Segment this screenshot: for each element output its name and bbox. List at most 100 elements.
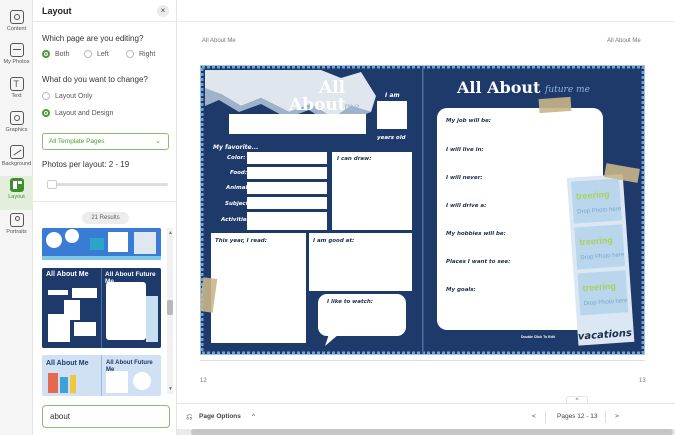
results-count-badge: 21 Results: [82, 212, 129, 224]
double-click-hint: Double Click To Edit: [521, 335, 556, 339]
toolbar-separator: [605, 411, 606, 423]
right-page-number: 13: [639, 378, 646, 384]
page-spread[interactable]: All About me I am years old My favorite.…: [198, 65, 645, 355]
prompt-goals: My goals:: [446, 287, 476, 293]
rail-my-photos-button[interactable]: My Photos: [0, 41, 33, 75]
radio-page-both[interactable]: Both: [42, 50, 69, 58]
layout-panel: Layout × Which page are you editing? Bot…: [33, 0, 177, 435]
close-panel-button[interactable]: ×: [157, 5, 169, 17]
prompt-drive: I will drive a:: [446, 203, 486, 209]
prompt-live: I will live in:: [446, 147, 484, 153]
thumb-title-left: All About Me: [46, 271, 89, 278]
like-to-watch-label: I like to watch:: [327, 299, 373, 305]
change-question: What do you want to change?: [42, 75, 148, 84]
rail-label-graphics: Graphics: [5, 127, 28, 133]
editor-canvas: All About Me All About Me All About me I…: [177, 0, 675, 435]
radio-layout-only[interactable]: Layout Only: [42, 92, 92, 100]
i-am-label: I am: [385, 92, 400, 99]
next-page-button[interactable]: >: [615, 413, 619, 420]
canvas-scroll-thumb[interactable]: [191, 429, 673, 435]
left-page-label: All About Me: [202, 38, 236, 44]
rail-label-layout: Layout: [8, 194, 25, 200]
template-search-input[interactable]: about: [42, 405, 170, 428]
spread-artwork: All About me I am years old My favorite.…: [198, 65, 645, 355]
template-thumbnail-2[interactable]: All About Me All About Future Me: [42, 268, 161, 348]
prompt-job: My job will be:: [446, 118, 491, 124]
portraits-icon: [9, 213, 24, 227]
radio-label-layout-only: Layout Only: [55, 92, 93, 100]
fav-color-label: Color:: [227, 155, 245, 161]
right-page-label: All About Me: [607, 38, 641, 44]
page-options-icon[interactable]: ⎌: [186, 412, 192, 422]
radio-button[interactable]: [42, 92, 50, 100]
left-title-me: me: [344, 102, 359, 113]
thumb-title-right: All About Future Me: [106, 360, 153, 373]
radio-label-left: Left: [97, 50, 109, 58]
layout-icon: [9, 178, 24, 192]
radio-page-left[interactable]: Left: [84, 50, 109, 58]
rail-graphics-button[interactable]: Graphics: [0, 109, 33, 143]
i-can-draw-label: I can draw:: [337, 156, 371, 162]
rail-label-content: Content: [6, 26, 27, 32]
radio-page-right[interactable]: Right: [126, 50, 155, 58]
thumb-title-right: All About Future Me: [105, 271, 156, 285]
template-pages-dropdown[interactable]: All Template Pages ⌄: [42, 133, 169, 150]
panel-divider: [33, 201, 177, 202]
graphics-icon: [9, 111, 24, 125]
rail-content-button[interactable]: Content: [0, 8, 33, 42]
page-options-button[interactable]: Page Options: [199, 413, 241, 420]
top-divider: [177, 21, 675, 22]
rail-layout-button[interactable]: Layout: [0, 176, 33, 210]
template-thumbnail-3[interactable]: All About Me All About Future Me: [42, 355, 161, 396]
icon-rail: Content My Photos T Text Graphics Backgr…: [0, 0, 33, 435]
dropdown-value: All Template Pages: [49, 138, 105, 145]
fav-subject-label: Subject:: [225, 201, 251, 207]
thumbnail-art: [42, 228, 161, 260]
rail-label-portraits: Portraits: [6, 229, 27, 235]
radio-layout-and-design[interactable]: Layout and Design: [42, 109, 113, 117]
photos-slider-track[interactable]: [47, 183, 168, 186]
bottom-toolbar: ⎌ Page Options ^ < Pages 12 - 13 >: [177, 403, 675, 429]
years-old-label: years old: [377, 135, 406, 141]
prompt-never: I will never:: [446, 175, 483, 181]
thumb-title-left: All About Me: [46, 360, 89, 367]
panel-title: Layout: [42, 6, 72, 16]
rail-text-button[interactable]: T Text: [0, 75, 33, 109]
scroll-up-arrow-icon[interactable]: ▲: [168, 230, 173, 236]
right-title-future: future me: [544, 85, 590, 95]
this-year-label: This year, I read:: [215, 238, 267, 244]
rail-label-background: Background: [1, 161, 32, 167]
results-list: All About Me All About Future Me All Abo…: [33, 228, 177, 396]
toolbar-separator: [545, 411, 546, 423]
radio-button[interactable]: [84, 50, 92, 58]
prev-page-button[interactable]: <: [532, 413, 536, 420]
page-question: Which page are you editing?: [42, 34, 144, 43]
left-page-number: 12: [200, 378, 207, 384]
radio-button[interactable]: [126, 50, 134, 58]
radio-button-selected[interactable]: [42, 109, 50, 117]
photos-per-layout-label: Photos per layout: 2 - 19: [42, 160, 130, 169]
template-thumbnail-1[interactable]: [42, 228, 161, 260]
results-scroll-thumb[interactable]: [167, 300, 173, 315]
fav-animal-label: Animal:: [225, 185, 250, 191]
radio-label-layout-and-design: Layout and Design: [55, 109, 114, 117]
results-scrollbar[interactable]: ▲ ▼: [167, 228, 173, 394]
right-title: All About: [456, 78, 541, 97]
photos-slider-handle[interactable]: [47, 180, 57, 189]
pages-indicator[interactable]: Pages 12 - 13: [557, 413, 597, 420]
rail-label-text: Text: [11, 93, 22, 99]
good-at-label: I am good at:: [313, 238, 354, 244]
page-options-chevron-icon[interactable]: ^: [252, 413, 255, 420]
photos-icon: [9, 43, 24, 57]
rail-background-button[interactable]: Background: [0, 143, 33, 177]
text-icon: T: [9, 77, 24, 91]
scroll-down-arrow-icon[interactable]: ▼: [168, 386, 173, 392]
content-icon: [9, 10, 24, 24]
rail-portraits-button[interactable]: Portraits: [0, 211, 33, 245]
panel-header: Layout ×: [33, 0, 177, 22]
fav-food-label: Food:: [230, 170, 247, 176]
rail-label-my-photos: My Photos: [3, 59, 30, 65]
radio-button-selected[interactable]: [42, 50, 50, 58]
favorites-heading: My favorite...: [213, 144, 258, 151]
prompt-hobbies: My hobbies will be:: [446, 231, 506, 237]
